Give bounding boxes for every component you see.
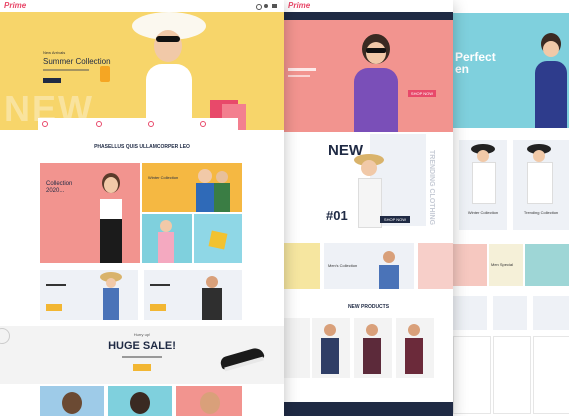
category-label: Men's Collection	[328, 263, 358, 268]
shop-now-button[interactable]	[133, 364, 151, 371]
section-title: NEW PRODUCTS	[347, 304, 390, 310]
banner-label: Men Special	[491, 262, 514, 267]
nav-bar	[284, 12, 453, 20]
vertical-text: TRENDING CLOTHING	[428, 150, 435, 226]
product-title: Trending Collection	[523, 210, 559, 215]
feature-card[interactable]	[144, 270, 242, 320]
new-block: NEW #01 TRENDING CLOTHING SHOP NOW	[284, 132, 453, 232]
user-icon[interactable]	[264, 4, 268, 8]
feature-bar	[38, 118, 238, 130]
pricing-row	[453, 296, 569, 416]
promo-card[interactable]	[194, 214, 242, 263]
product-card[interactable]	[312, 318, 350, 378]
search-icon[interactable]	[256, 4, 262, 10]
page-preview-1: Prime NEW New Arrivals Summer Collection…	[0, 0, 284, 416]
feature-icon	[96, 121, 102, 127]
hero-model	[100, 12, 252, 130]
feature-row	[40, 270, 242, 320]
category-row: Men's Collection	[284, 243, 453, 289]
logo[interactable]: Prime	[4, 1, 26, 10]
hero-banner: Perfect en	[453, 13, 569, 128]
sale-kicker: Hurry up!	[133, 332, 151, 337]
shop-now-button[interactable]	[43, 78, 61, 83]
feature-icon	[42, 121, 48, 127]
section-title: PHASELLUS QUIS ULLAMCORPER LEO	[94, 144, 190, 150]
hero-model	[344, 34, 408, 132]
promo-card[interactable]	[142, 214, 192, 263]
product-title: Winter Collection	[467, 210, 499, 215]
logo[interactable]: Prime	[288, 1, 310, 10]
shop-now-button[interactable]: SHOP NOW	[380, 216, 410, 223]
hero-banner: NEW New Arrivals Summer Collection	[0, 12, 284, 130]
bottom-row	[40, 386, 242, 416]
promo-grid: Collection 2020... Winter Collection	[40, 163, 242, 263]
promo-title: Winter Collection	[148, 175, 179, 180]
feature-icon	[148, 121, 154, 127]
shop-now-button[interactable]	[46, 304, 62, 311]
shop-now-button[interactable]: SHOP NOW	[408, 90, 436, 97]
cart-icon[interactable]	[272, 4, 277, 8]
hero-title: Summer Collection	[43, 57, 111, 66]
hero-banner: SHOP NOW	[284, 20, 453, 132]
page-preview-3: Perfect en Winter Collection Trending Co…	[453, 0, 569, 416]
product-card[interactable]	[284, 318, 310, 378]
sneaker-image	[219, 340, 265, 372]
promo-title: Collection 2020...	[46, 181, 73, 194]
page-preview-2: Prime SHOP NOW NEW #01 TRENDING CLOTHING…	[284, 0, 453, 416]
promo-card[interactable]: Winter Collection	[142, 163, 242, 212]
promo-card[interactable]: Collection 2020...	[40, 163, 140, 263]
product-card[interactable]	[396, 318, 434, 378]
header: Prime	[0, 0, 284, 12]
product-row: Winter Collection Trending Collection	[453, 140, 569, 236]
product-card[interactable]: Winter Collection	[459, 140, 507, 230]
feature-icon	[200, 121, 206, 127]
sale-section: Hurry up! HUGE SALE!	[0, 326, 284, 384]
product-card[interactable]: Trending Collection	[513, 140, 569, 230]
top-bar: Prime	[284, 0, 453, 12]
product-card[interactable]	[354, 318, 392, 378]
shop-now-button[interactable]	[150, 304, 166, 311]
hero-model	[531, 33, 569, 128]
hero-kicker: New Arrivals	[43, 50, 66, 55]
feature-card[interactable]	[40, 270, 138, 320]
top-bar	[453, 0, 569, 14]
banner-row: Men Special	[453, 244, 569, 286]
products-section: NEW PRODUCTS	[284, 298, 453, 416]
hero-title: Perfect en	[455, 50, 496, 76]
